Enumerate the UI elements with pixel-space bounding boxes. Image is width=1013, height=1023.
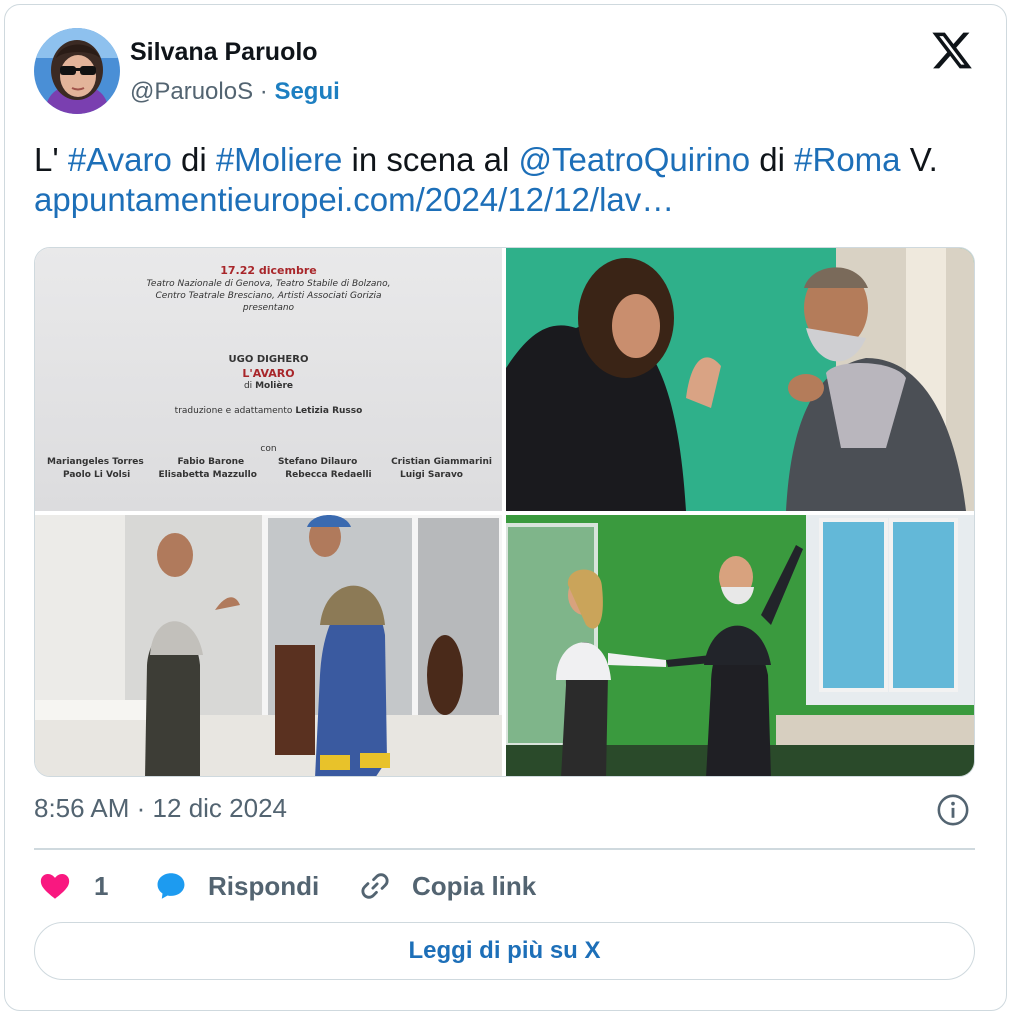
poster-producers-1: Teatro Nazionale di Genova, Teatro Stabi… [146,279,391,289]
read-more-button[interactable]: Leggi di più su X [34,922,975,980]
author-name[interactable]: Silvana Paruolo [130,38,318,67]
reply-bubble-icon [157,873,185,899]
heart-icon [40,873,70,899]
copy-link-button[interactable]: Copia link [358,866,536,906]
poster-author-line: di Molière [35,381,502,391]
author-handle-row: @ParuoloS · Segui [130,78,340,106]
tweet-text-segment: di [750,141,795,178]
timestamp-time: 8:56 AM [34,793,130,823]
like-count: 1 [94,870,109,901]
copy-link-label: Copia link [412,870,537,901]
info-icon[interactable] [936,793,970,827]
avatar[interactable] [34,28,120,114]
tweet-text: L' #Avaro di #Moliere in scena al @Teatr… [34,140,974,220]
x-logo-icon[interactable] [930,28,974,72]
poster-author-prefix: di [243,381,253,391]
handle-separator: · [259,78,268,105]
reply-label: Rispondi [208,870,320,901]
author-handle[interactable]: @ParuoloS [130,78,253,105]
tweet-link[interactable]: #Avaro [68,141,172,178]
cast-member: Mariangeles Torres [47,457,144,467]
timestamp-date: 12 dic 2024 [152,793,287,823]
cast-member: Rebecca Redaelli [285,470,372,480]
cast-member: Fabio Barone [177,457,245,467]
reply-button[interactable]: Rispondi [154,866,319,906]
divider [34,848,975,850]
tweet-link[interactable]: appuntamentieuropei.com/2024/12/12/lav… [34,181,674,218]
timestamp[interactable]: 8:56 AM · 12 dic 2024 [34,793,287,824]
poster-presents: presentano [242,303,295,313]
like-button[interactable]: 1 [38,866,108,906]
poster-lead: UGO DIGHERO [228,354,309,365]
media-poster-image[interactable]: 17.22 dicembre Teatro Nazionale di Genov… [35,248,502,511]
media-grid[interactable]: 17.22 dicembre Teatro Nazionale di Genov… [34,247,975,777]
tweet-link[interactable]: #Moliere [216,141,343,178]
poster-producers-2: Centro Teatrale Bresciano, Artisti Assoc… [155,291,382,301]
media-stage-photo-1[interactable] [506,248,974,511]
cast-member: Stefano Dilauro [277,457,358,467]
media-stage-photo-2[interactable] [35,515,502,776]
poster-dates: 17.22 dicembre [220,264,317,277]
timestamp-separator: · [136,793,146,823]
poster-translation-line: traduzione e adattamento Letizia Russo [35,406,502,416]
tweet-link[interactable]: @TeatroQuirino [519,141,751,178]
poster-translator: Letizia Russo [295,406,363,416]
cast-member: Elisabetta Mazzullo [158,470,257,480]
poster-cast-row-1: Mariangeles Torres Fabio Barone Stefano … [47,457,492,467]
poster-with: con [260,444,277,454]
tweet-text-segment: L' [34,141,68,178]
link-icon [361,873,389,899]
poster-title: L'AVARO [242,367,295,380]
cast-member: Cristian Giammarini [391,457,492,467]
media-stage-photo-3[interactable] [506,515,974,776]
cast-member: Luigi Saravo [399,470,463,480]
tweet-text-segment: V. [900,141,938,178]
poster-cast-row-2: Paolo Li Volsi Elisabetta Mazzullo Rebec… [63,470,463,480]
poster-author: Molière [255,381,294,391]
tweet-link[interactable]: #Roma [794,141,900,178]
follow-button[interactable]: Segui [274,78,339,105]
poster-translation-prefix: traduzione e adattamento [174,406,293,416]
tweet-text-segment: in scena al [342,141,519,178]
cast-member: Paolo Li Volsi [63,470,131,480]
tweet-text-segment: di [171,141,216,178]
